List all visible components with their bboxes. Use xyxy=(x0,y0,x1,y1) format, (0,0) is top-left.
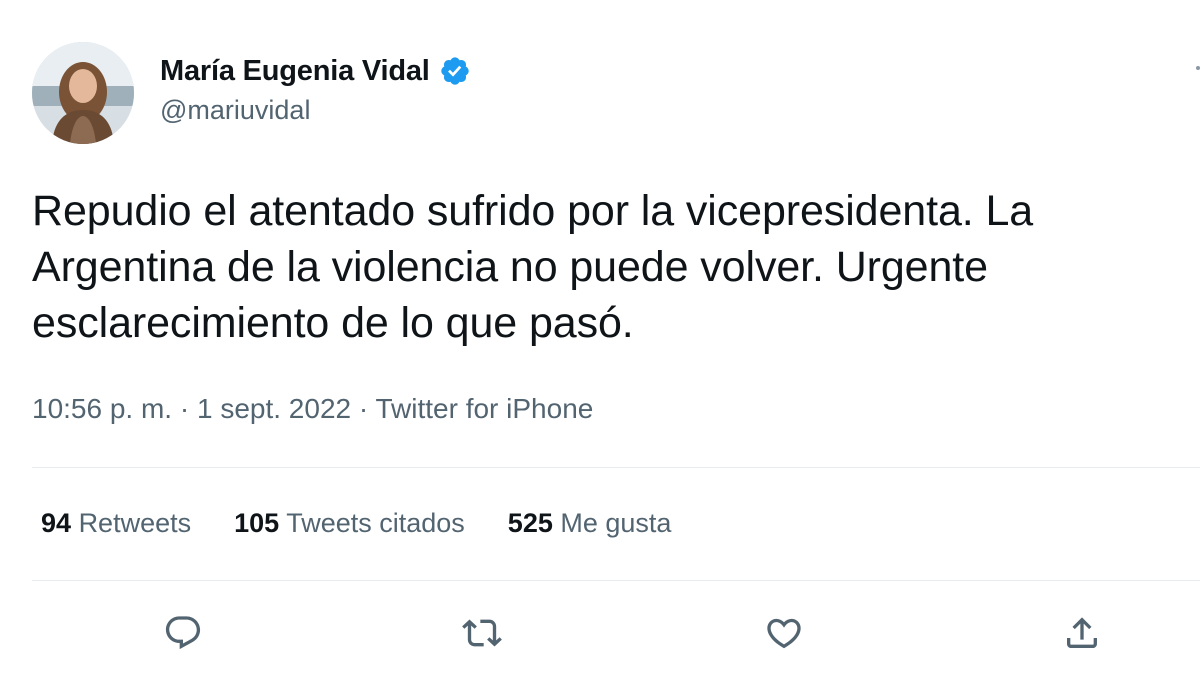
tweet-timestamp[interactable]: 10:56 p. m. · 1 sept. 2022 · Twitter for… xyxy=(32,393,593,425)
author-name[interactable]: María Eugenia Vidal xyxy=(160,55,430,88)
more-options-icon[interactable] xyxy=(1196,66,1200,70)
share-icon xyxy=(1067,617,1097,648)
author-name-row: María Eugenia Vidal xyxy=(160,53,471,89)
heart-icon xyxy=(767,618,801,649)
divider xyxy=(32,467,1200,468)
retweets-stat[interactable]: 94 Retweets xyxy=(41,508,191,539)
verified-badge-icon xyxy=(440,57,469,85)
reply-button[interactable] xyxy=(160,610,206,656)
reply-icon xyxy=(165,616,201,650)
stat-count: 94 xyxy=(41,508,72,538)
divider xyxy=(32,580,1200,581)
retweet-button[interactable] xyxy=(459,610,505,656)
stat-label: Tweets citados xyxy=(286,508,465,538)
avatar[interactable] xyxy=(32,42,134,144)
likes-stat[interactable]: 525 Me gusta xyxy=(508,508,672,539)
share-button[interactable] xyxy=(1059,610,1105,656)
stat-count: 105 xyxy=(234,508,280,538)
avatar-image xyxy=(32,42,134,144)
stat-label: Me gusta xyxy=(560,508,672,538)
quote-tweets-stat[interactable]: 105 Tweets citados xyxy=(234,508,465,539)
author-handle[interactable]: @mariuvidal xyxy=(160,95,310,126)
like-button[interactable] xyxy=(761,610,807,656)
retweet-icon xyxy=(462,619,502,647)
tweet-text: Repudio el atentado sufrido por la vicep… xyxy=(32,187,1034,347)
tweet-stats: 94 Retweets 105 Tweets citados 525 Me gu… xyxy=(41,508,714,539)
stat-label: Retweets xyxy=(78,508,192,538)
tweet-card: María Eugenia Vidal @mariuvidal Repudio … xyxy=(0,0,1200,675)
stat-count: 525 xyxy=(507,508,553,538)
